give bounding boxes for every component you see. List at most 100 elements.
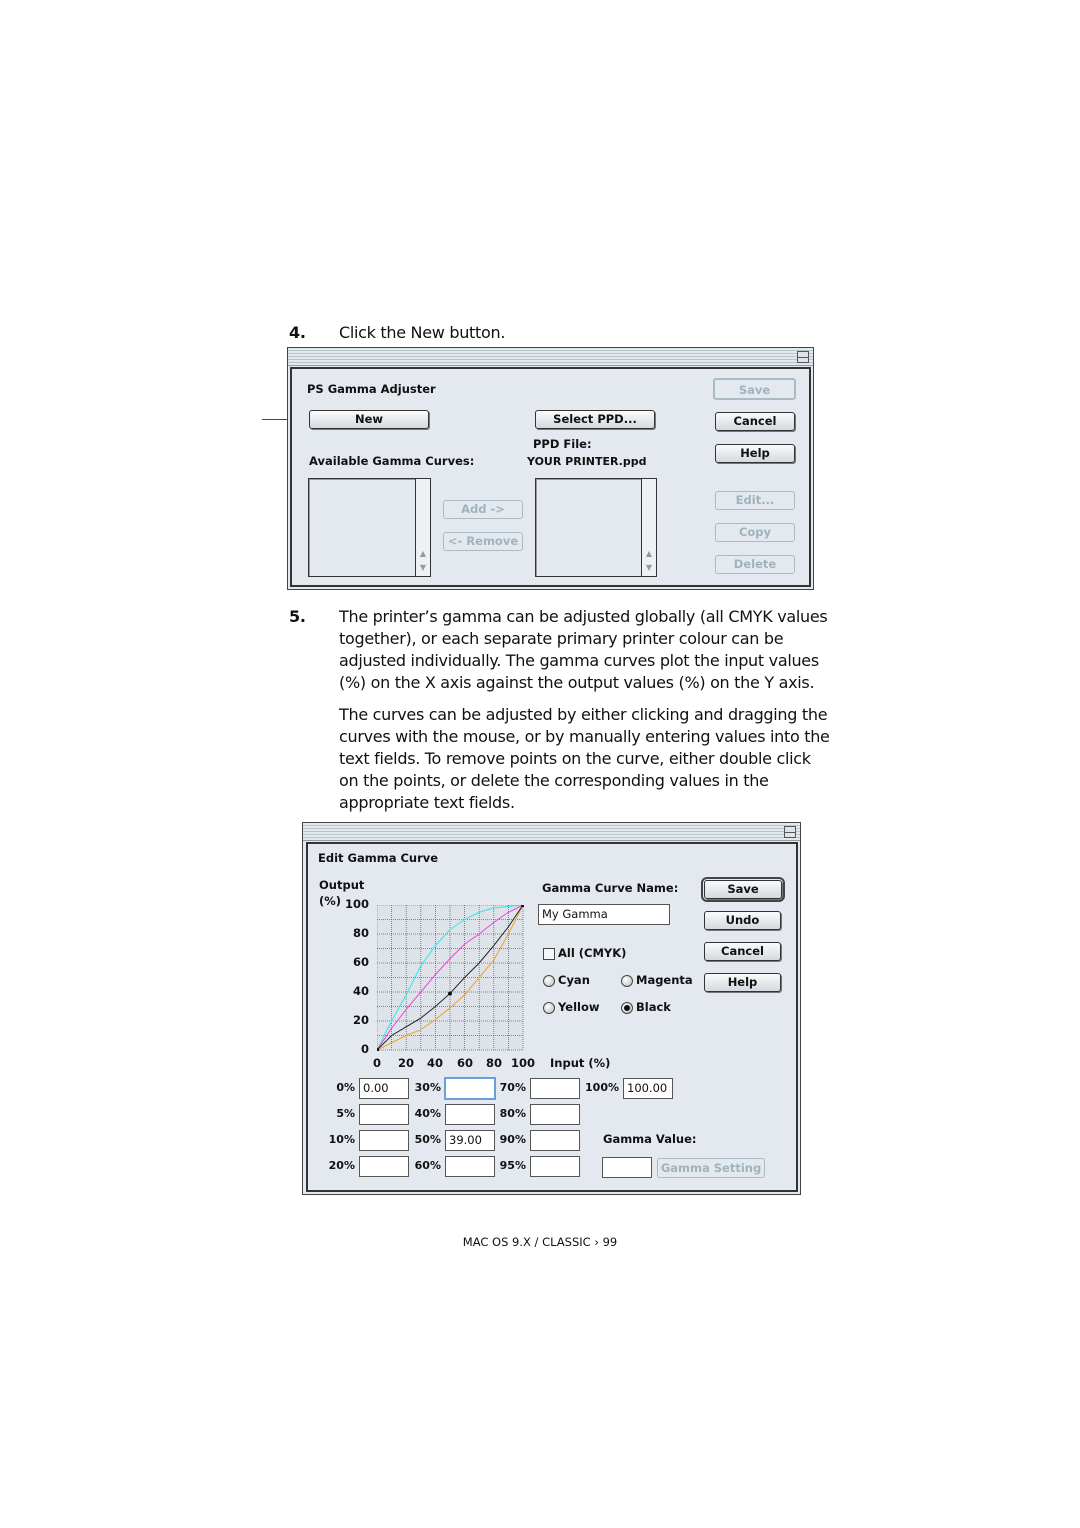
page-footer: MAC OS 9.X / CLASSIC › 99 (462, 1235, 618, 1249)
text-line: (%) on the X axis against the output val… (339, 673, 815, 692)
output-axis-unit: (%) (319, 894, 342, 908)
field-label: 0% (336, 1081, 355, 1094)
field-label: 20% (328, 1159, 355, 1172)
title-bar[interactable] (288, 348, 813, 366)
black-radio[interactable] (621, 1002, 633, 1014)
copy-button[interactable]: Copy (715, 523, 795, 542)
save-button[interactable]: Save (713, 378, 796, 400)
manual-page: 4. Click the New button. PS Gamma Adjust… (0, 0, 1080, 1528)
output-value-input[interactable]: 39.00 (445, 1130, 495, 1151)
step-5-number: 5. (289, 607, 306, 626)
curve-control-point[interactable] (448, 991, 452, 996)
all-cmyk-label: All (CMYK) (558, 946, 627, 960)
y-tick: 80 (352, 926, 369, 940)
output-value-input[interactable] (359, 1130, 409, 1151)
add-button[interactable]: Add -> (443, 500, 523, 519)
title-bar[interactable] (303, 823, 800, 841)
step-5-paragraph-2: The curves can be adjusted by either cli… (339, 704, 830, 814)
output-value-input[interactable] (445, 1156, 495, 1177)
help-button[interactable]: Help (704, 973, 781, 992)
black-label: Black (636, 1000, 671, 1014)
field-label: 60% (414, 1159, 441, 1172)
available-curves-list[interactable]: ▲ ▼ (308, 478, 431, 577)
output-value-input[interactable] (530, 1156, 580, 1177)
curve-name-input[interactable]: My Gamma (538, 904, 670, 925)
scrollbar[interactable]: ▲ ▼ (415, 479, 430, 576)
scroll-down-icon[interactable]: ▼ (418, 563, 428, 573)
windowshade-icon[interactable] (797, 351, 809, 363)
x-tick: 100 (510, 1056, 535, 1070)
dialog-title: Edit Gamma Curve (318, 851, 439, 865)
output-value-input[interactable] (445, 1104, 495, 1125)
output-value-input[interactable]: 100.00 (623, 1078, 673, 1099)
output-axis-label: Output (319, 878, 365, 892)
gamma-setting-button[interactable]: Gamma Setting (657, 1158, 765, 1178)
ppd-file-value: YOUR PRINTER.ppd (527, 455, 647, 468)
field-label: 70% (499, 1081, 526, 1094)
windowshade-icon[interactable] (784, 826, 796, 838)
help-button[interactable]: Help (715, 444, 795, 463)
field-label: 10% (328, 1133, 355, 1146)
step-5-paragraph-1: The printer’s gamma can be adjusted glob… (339, 606, 828, 694)
all-cmyk-checkbox[interactable] (543, 948, 555, 960)
cyan-radio[interactable] (543, 975, 555, 987)
y-tick: 100 (344, 897, 369, 911)
ppd-file-label: PPD File: (533, 437, 592, 451)
undo-button[interactable]: Undo (704, 911, 781, 930)
output-value-input[interactable] (530, 1104, 580, 1125)
output-value-input[interactable] (530, 1078, 580, 1099)
output-value-input[interactable]: 0.00 (359, 1078, 409, 1099)
yellow-radio[interactable] (543, 1002, 555, 1014)
scroll-up-icon[interactable]: ▲ (644, 549, 654, 559)
scroll-up-icon[interactable]: ▲ (418, 549, 428, 559)
text-line: appropriate text fields. (339, 793, 515, 812)
scrollbar[interactable]: ▲ ▼ (641, 479, 656, 576)
cyan-label: Cyan (558, 973, 590, 987)
text-line: text fields. To remove points on the cur… (339, 749, 811, 768)
field-label: 40% (414, 1107, 441, 1120)
magenta-radio[interactable] (621, 975, 633, 987)
field-label: 90% (499, 1133, 526, 1146)
field-label: 100% (585, 1081, 619, 1094)
scroll-down-icon[interactable]: ▼ (644, 563, 654, 573)
field-label: 95% (499, 1159, 526, 1172)
output-value-input[interactable] (444, 1077, 496, 1100)
save-button[interactable]: Save (701, 877, 785, 902)
y-tick: 20 (352, 1013, 369, 1027)
delete-button[interactable]: Delete (715, 555, 795, 574)
gamma-curve-plot[interactable] (377, 905, 524, 1051)
gamma-value-label: Gamma Value: (603, 1132, 697, 1146)
text-line: curves with the mouse, or by manually en… (339, 727, 830, 746)
text-line: The curves can be adjusted by either cli… (339, 705, 828, 724)
curve-name-label: Gamma Curve Name: (542, 881, 679, 895)
step-4-text: Click the New button. (339, 323, 506, 342)
field-label: 5% (336, 1107, 355, 1120)
text-line: together), or each separate primary prin… (339, 629, 784, 648)
edit-button[interactable]: Edit... (715, 491, 795, 510)
magenta-label: Magenta (636, 973, 693, 987)
field-label: 80% (499, 1107, 526, 1120)
field-label: 50% (414, 1133, 441, 1146)
dialog-title: PS Gamma Adjuster (307, 382, 436, 396)
x-tick: 40 (426, 1056, 443, 1070)
output-value-input[interactable] (359, 1156, 409, 1177)
select-ppd-button[interactable]: Select PPD... (535, 410, 655, 429)
cancel-button[interactable]: Cancel (704, 942, 781, 961)
text-line: on the points, or delete the correspondi… (339, 771, 769, 790)
y-tick: 60 (352, 955, 369, 969)
available-curves-label: Available Gamma Curves: (309, 454, 475, 468)
output-value-input[interactable] (530, 1130, 580, 1151)
selected-curves-list[interactable]: ▲ ▼ (535, 478, 657, 577)
x-tick: 20 (397, 1056, 414, 1070)
y-tick: 0 (360, 1042, 369, 1056)
y-tick: 40 (352, 984, 369, 998)
field-label: 30% (414, 1081, 441, 1094)
yellow-label: Yellow (558, 1000, 600, 1014)
cancel-button[interactable]: Cancel (715, 412, 795, 431)
new-button[interactable]: New (309, 410, 429, 429)
x-tick: 60 (456, 1056, 473, 1070)
remove-button[interactable]: <- Remove (443, 532, 523, 551)
gamma-value-input[interactable] (602, 1157, 652, 1178)
text-line: adjusted individually. The gamma curves … (339, 651, 819, 670)
output-value-input[interactable] (359, 1104, 409, 1125)
